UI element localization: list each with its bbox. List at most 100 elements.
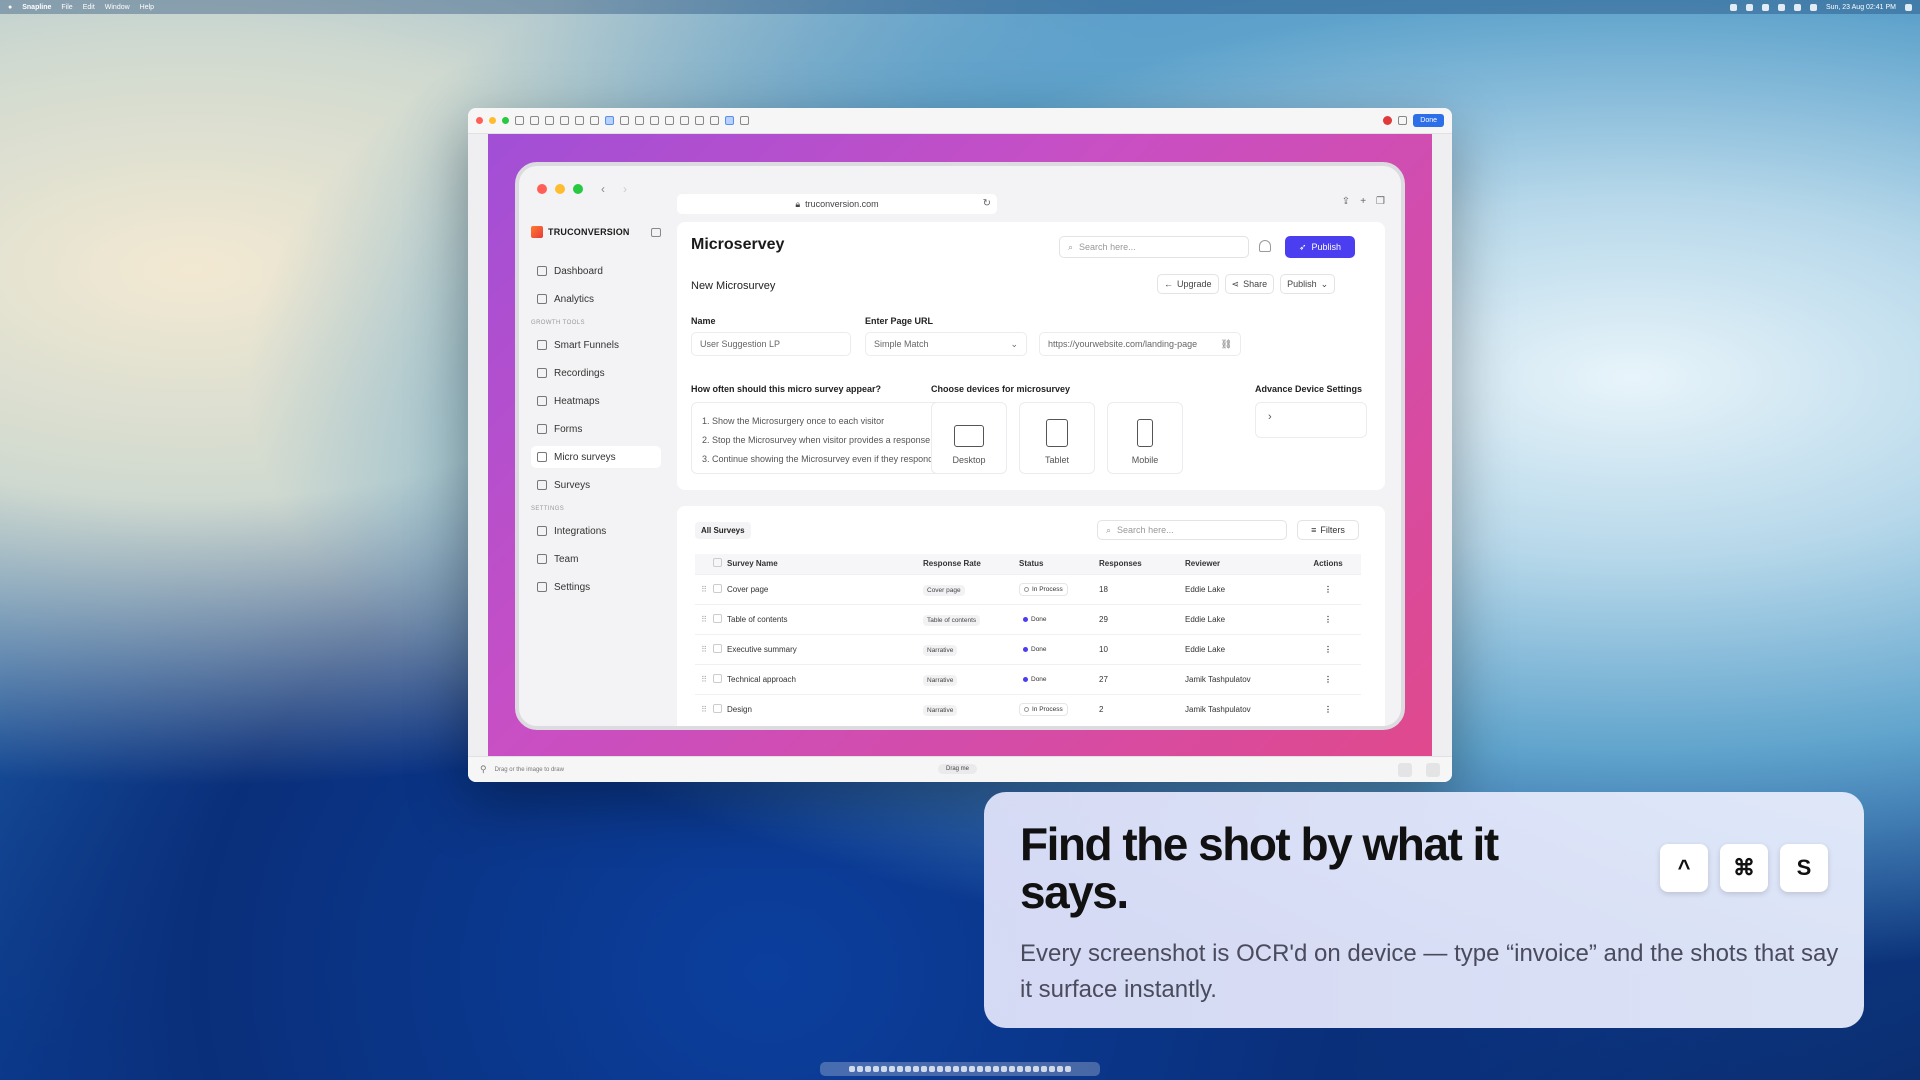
dock-app-icon[interactable] — [913, 1066, 919, 1072]
status-icon[interactable] — [1761, 3, 1769, 11]
dock-app-icon[interactable] — [953, 1066, 959, 1072]
upgrade-button[interactable]: ← Upgrade — [1157, 274, 1219, 294]
dock-app-icon[interactable] — [969, 1066, 975, 1072]
page-url-field[interactable]: https://yourwebsite.com/landing-page ⛓ — [1039, 332, 1241, 356]
tab-all-surveys[interactable]: All Surveys — [695, 522, 751, 539]
table-row[interactable]: ⠿ Cover page Cover page In Process 18 Ed… — [695, 573, 1361, 604]
drag-handle-icon[interactable]: ⠿ — [695, 663, 713, 694]
ellipse-tool-icon[interactable] — [575, 116, 584, 125]
table-row[interactable]: ⠿ Technical approach Narrative Done 27 J… — [695, 663, 1361, 694]
layout-tool-icon[interactable] — [740, 116, 749, 125]
dock-app-icon[interactable] — [849, 1066, 855, 1072]
sidebar-item-integrations[interactable]: Integrations — [531, 520, 661, 542]
sidebar-item-smart-funnels[interactable]: Smart Funnels — [531, 334, 661, 356]
sidebar-toggle-icon[interactable] — [651, 227, 661, 237]
filters-button[interactable]: ≡ Filters — [1297, 520, 1359, 540]
highlight-tool-icon[interactable] — [650, 116, 659, 125]
col-responses[interactable]: Responses — [1099, 554, 1185, 574]
status-icon[interactable] — [1777, 3, 1785, 11]
dock-app-icon[interactable] — [977, 1066, 983, 1072]
more-actions-icon[interactable]: ⋮ — [1295, 573, 1361, 604]
record-icon[interactable] — [1383, 116, 1393, 125]
device-tablet[interactable]: Tablet — [1019, 402, 1095, 474]
wifi-icon[interactable] — [1793, 3, 1801, 11]
menubar-edit[interactable]: Edit — [83, 4, 95, 11]
sidebar-item-team[interactable]: Team — [531, 548, 661, 570]
battery-icon[interactable] — [1809, 3, 1817, 11]
table-row[interactable]: ⠿ Executive summary Narrative Done 10 Ed… — [695, 633, 1361, 664]
minimize-window-button[interactable] — [489, 117, 496, 124]
select-all-checkbox[interactable] — [713, 558, 722, 568]
copy-icon[interactable] — [1398, 762, 1412, 777]
dock-app-icon[interactable] — [945, 1066, 951, 1072]
dock-app-icon[interactable] — [1049, 1066, 1055, 1072]
bell-icon[interactable] — [1259, 240, 1271, 252]
dock-app-icon[interactable] — [1001, 1066, 1007, 1072]
pointer-tool-icon[interactable] — [515, 116, 524, 125]
table-row[interactable]: ⠿ Design Narrative In Process 2 Jamik Ta… — [695, 693, 1361, 724]
dock-app-icon[interactable] — [1041, 1066, 1047, 1072]
drag-handle[interactable]: Drag me — [938, 764, 978, 774]
sidebar-item-settings[interactable]: Settings — [531, 576, 661, 598]
advanced-settings-button[interactable]: › — [1255, 402, 1367, 438]
match-type-select[interactable]: Simple Match ⌄ — [865, 332, 1027, 356]
dock-app-icon[interactable] — [1017, 1066, 1023, 1072]
menubar-clock[interactable]: Sun, 23 Aug 02:41 PM — [1826, 4, 1896, 11]
more-actions-icon[interactable]: ⋮ — [1295, 603, 1361, 634]
dock-app-icon[interactable] — [921, 1066, 927, 1072]
frequency-option[interactable]: 3. Continue showing the Microsurvey even… — [702, 450, 966, 469]
save-icon[interactable] — [1426, 762, 1440, 777]
menubar-app-name[interactable]: Snapline — [22, 4, 51, 11]
status-icon[interactable] — [1745, 3, 1753, 11]
publish-dropdown[interactable]: Publish ⌄ — [1280, 274, 1336, 294]
back-arrow-icon[interactable]: ‹ — [601, 182, 605, 196]
search-input[interactable]: ⌕ Search here... — [1059, 236, 1249, 258]
row-checkbox[interactable] — [713, 583, 722, 593]
table-row[interactable]: ⠿ Table of contents Table of contents Do… — [695, 603, 1361, 634]
dock-app-icon[interactable] — [1025, 1066, 1031, 1072]
drag-handle-icon[interactable]: ⠿ — [695, 573, 713, 604]
dock-app-icon[interactable] — [905, 1066, 911, 1072]
blur-tool-icon[interactable] — [635, 116, 644, 125]
share-tool-icon[interactable] — [1398, 116, 1408, 125]
tabs-overview-icon[interactable]: ❐ — [1376, 196, 1385, 207]
browser-close-button[interactable] — [537, 184, 547, 194]
counter-tool-icon[interactable] — [665, 116, 674, 125]
sidebar-item-forms[interactable]: Forms — [531, 418, 661, 440]
redo-icon[interactable] — [710, 116, 719, 125]
browser-zoom-button[interactable] — [573, 184, 583, 194]
drag-handle-icon[interactable]: ⠿ — [695, 633, 713, 664]
device-desktop[interactable]: Desktop — [931, 402, 1007, 474]
sidebar-item-micro-surveys[interactable]: Micro surveys — [531, 446, 661, 468]
name-field[interactable]: User Suggestion LP — [691, 332, 851, 356]
dock-app-icon[interactable] — [1033, 1066, 1039, 1072]
pin-icon[interactable]: ⚲ — [480, 764, 487, 775]
sidebar-item-heatmaps[interactable]: Heatmaps — [531, 390, 661, 412]
arrow-tool-icon[interactable] — [605, 116, 614, 125]
filled-rect-tool-icon[interactable] — [560, 116, 569, 125]
frequency-option[interactable]: 1. Show the Microsurgery once to each vi… — [702, 412, 966, 431]
dock-app-icon[interactable] — [873, 1066, 879, 1072]
apple-icon[interactable]: ● — [8, 4, 12, 11]
row-checkbox[interactable] — [713, 673, 722, 683]
rectangle-tool-icon[interactable] — [545, 116, 554, 125]
frequency-option[interactable]: 2. Stop the Microsurvey when visitor pro… — [702, 431, 966, 450]
share-icon[interactable]: ⇪ — [1342, 196, 1350, 207]
dock-app-icon[interactable] — [897, 1066, 903, 1072]
dock-app-icon[interactable] — [937, 1066, 943, 1072]
dock-app-icon[interactable] — [1065, 1066, 1071, 1072]
col-status[interactable]: Status — [1019, 554, 1099, 574]
line-tool-icon[interactable] — [590, 116, 599, 125]
col-response-rate[interactable]: Response Rate — [923, 554, 1019, 574]
text-tool-icon[interactable] — [620, 116, 629, 125]
row-checkbox[interactable] — [713, 703, 722, 713]
forward-arrow-icon[interactable]: › — [623, 182, 627, 196]
control-center-icon[interactable] — [1905, 3, 1912, 11]
new-tab-icon[interactable]: + — [1360, 196, 1366, 207]
crop-tool-icon[interactable] — [530, 116, 539, 125]
row-checkbox[interactable] — [713, 643, 722, 653]
col-survey-name[interactable]: Survey Name — [727, 554, 923, 574]
dock-app-icon[interactable] — [889, 1066, 895, 1072]
more-actions-icon[interactable]: ⋮ — [1295, 633, 1361, 664]
publish-button[interactable]: ➶ Publish — [1285, 236, 1355, 258]
